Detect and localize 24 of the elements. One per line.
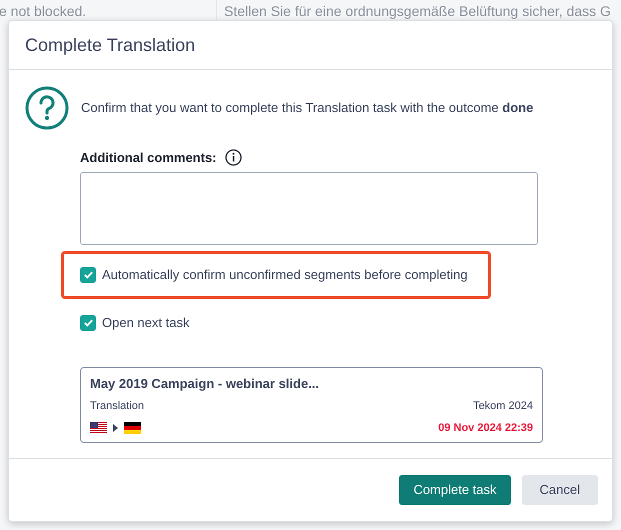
checkbox-label[interactable]: Automatically confirm unconfirmed segments before completing bbox=[102, 264, 468, 284]
complete-button[interactable]: Complete task bbox=[399, 475, 511, 505]
project-name: Tekom 2024 bbox=[473, 399, 533, 414]
comments-label: Additional comments: bbox=[80, 149, 217, 167]
german-flag-icon bbox=[124, 422, 141, 434]
background-text: Stellen Sie für eine ordnungsgemäße Belüftung bbox=[224, 2, 518, 21]
info-icon[interactable] bbox=[224, 149, 242, 166]
due-date: 09 Nov 2024 22:39 bbox=[438, 420, 533, 436]
background-text: sicher, dass G bbox=[522, 2, 611, 21]
task-title: May 2019 Campaign - webinar slide... bbox=[90, 374, 320, 393]
checkbox[interactable] bbox=[80, 314, 96, 330]
checkmark-icon bbox=[82, 269, 94, 280]
us-flag-icon bbox=[90, 422, 107, 434]
comments-field[interactable] bbox=[80, 172, 538, 244]
dialog-title: Complete Translation bbox=[25, 34, 196, 57]
task-card[interactable]: May 2019 Campaign - webinar slide... Translation Tekom 2024 09 Nov 2024 22:39 bbox=[80, 366, 543, 442]
confirm-message: Confirm that you want to complete this Translation task with the outcome done bbox=[81, 99, 534, 118]
cancel-button[interactable]: Cancel bbox=[522, 475, 598, 505]
checkmark-icon bbox=[82, 317, 94, 328]
arrow-right-icon bbox=[113, 424, 118, 432]
checkbox-label[interactable]: Open next task bbox=[102, 312, 190, 332]
checkbox[interactable] bbox=[80, 266, 96, 282]
question-icon bbox=[25, 86, 69, 130]
task-type: Translation bbox=[90, 399, 144, 414]
